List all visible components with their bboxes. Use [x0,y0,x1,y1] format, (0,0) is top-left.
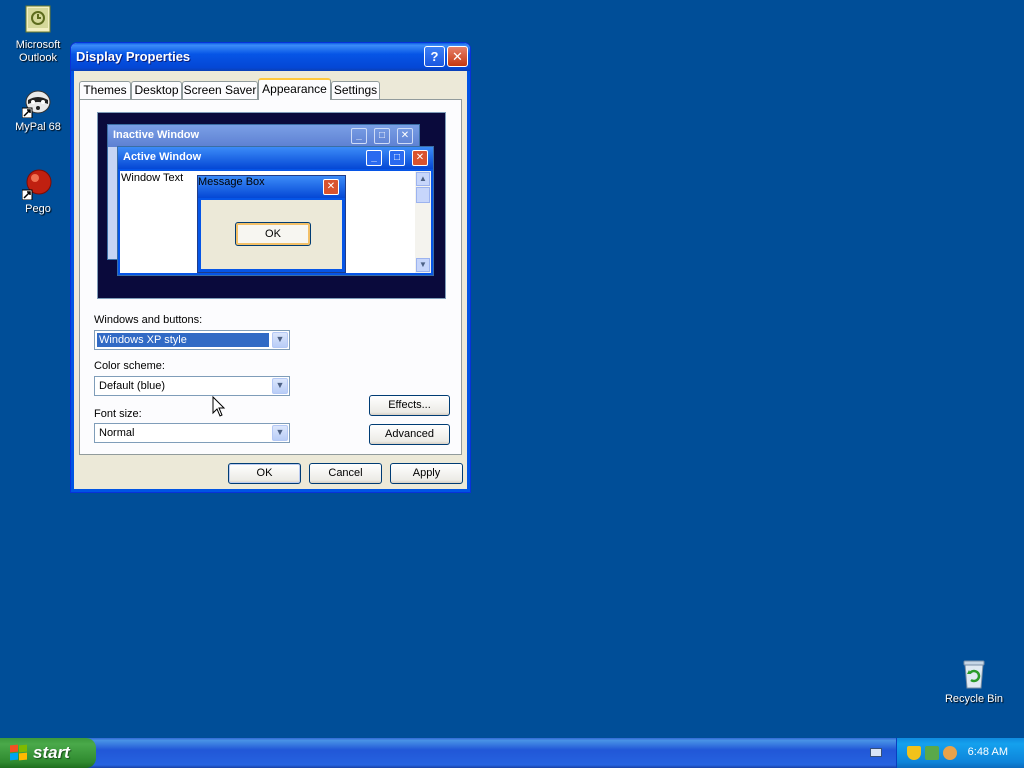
keyboard-icon[interactable] [870,748,882,757]
chevron-down-icon[interactable]: ▼ [272,378,288,394]
desktop-icon-mypal[interactable]: MyPal 68 [0,86,76,134]
taskbar: start 6:48 AM [0,738,1024,768]
desktop-icon-label-line1: Recycle Bin [944,693,1004,705]
chevron-down-icon[interactable]: ▼ [272,332,288,348]
network-icon[interactable] [925,746,939,760]
close-icon: ✕ [397,128,413,144]
scroll-thumb [416,187,430,203]
pego-ball-icon [21,168,54,201]
tab-appearance[interactable]: Appearance [258,78,331,100]
preview-msgbox-title: Message Box [198,176,265,188]
preview-inactive-title: Inactive Window [113,129,200,141]
preview-scrollbar: ▲ ▼ [415,171,431,273]
desktop-icon-label-line2: Outlook [19,52,57,64]
scroll-down-icon: ▼ [416,258,430,272]
security-shield-icon[interactable] [907,746,921,760]
close-icon: ✕ [323,179,339,195]
chevron-down-icon[interactable]: ▼ [272,425,288,441]
raccoon-icon [21,86,54,119]
color-scheme-label: Color scheme: [94,360,165,372]
desktop-icon-outlook[interactable]: Microsoft Outlook [0,4,76,65]
desktop-icon-pego[interactable]: Pego [0,168,76,216]
windows-buttons-label: Windows and buttons: [94,314,203,326]
effects-button[interactable]: Effects... [369,395,450,416]
minimize-icon: _ [366,150,382,166]
preview-window-text: Window Text [121,172,184,184]
tab-themes[interactable]: Themes [79,81,131,99]
windows-logo-icon [10,744,28,761]
cancel-button[interactable]: Cancel [309,463,382,484]
display-properties-window: Display Properties ? ✕ Themes Desktop Sc… [70,42,471,493]
window-title: Display Properties [76,49,191,64]
desktop-icon-label-line1: MyPal 68 [15,121,61,133]
search-icon[interactable] [943,746,957,760]
tab-screen-saver[interactable]: Screen Saver [182,81,258,99]
font-size-value: Normal [99,427,135,439]
windows-buttons-value: Windows XP style [96,332,270,348]
color-scheme-value: Default (blue) [99,380,166,392]
windows-buttons-select[interactable]: Windows XP style ▼ [94,330,290,350]
start-button[interactable]: start [0,738,96,768]
clock: 6:48 AM [967,746,1008,758]
font-size-select[interactable]: Normal ▼ [94,423,290,443]
appearance-preview: Inactive Window _ □ ✕ Active Window _ □ … [97,112,446,299]
recycle-bin-icon [958,658,990,690]
appearance-panel: Inactive Window _ □ ✕ Active Window _ □ … [79,99,462,455]
desktop-icon-recycle-bin[interactable]: Recycle Bin [936,658,1012,706]
preview-message-box: Message Box ✕ OK [197,175,346,273]
help-button[interactable]: ? [424,46,445,67]
font-size-label: Font size: [94,408,142,420]
close-icon: ✕ [452,49,463,64]
start-label: start [33,743,70,762]
apply-button[interactable]: Apply [390,463,463,484]
close-button[interactable]: ✕ [447,46,468,67]
title-bar[interactable]: Display Properties ? ✕ [71,43,470,71]
system-tray: 6:48 AM [896,738,1024,768]
preview-ok-button: OK [235,222,311,246]
desktop-icon-label-line1: Microsoft [15,39,61,51]
maximize-icon: □ [389,150,405,166]
preview-active-title: Active Window [123,151,202,163]
help-icon: ? [430,49,439,64]
advanced-button[interactable]: Advanced [369,424,450,445]
tab-settings[interactable]: Settings [331,81,380,99]
outlook-icon [22,4,54,36]
color-scheme-select[interactable]: Default (blue) ▼ [94,376,290,396]
maximize-icon: □ [374,128,390,144]
minimize-icon: _ [351,128,367,144]
scroll-up-icon: ▲ [416,172,430,186]
mouse-cursor-icon [212,396,226,417]
tab-desktop[interactable]: Desktop [131,81,182,99]
ok-button[interactable]: OK [228,463,301,484]
close-icon: ✕ [412,150,428,166]
desktop-icon-label-line1: Pego [25,203,51,215]
